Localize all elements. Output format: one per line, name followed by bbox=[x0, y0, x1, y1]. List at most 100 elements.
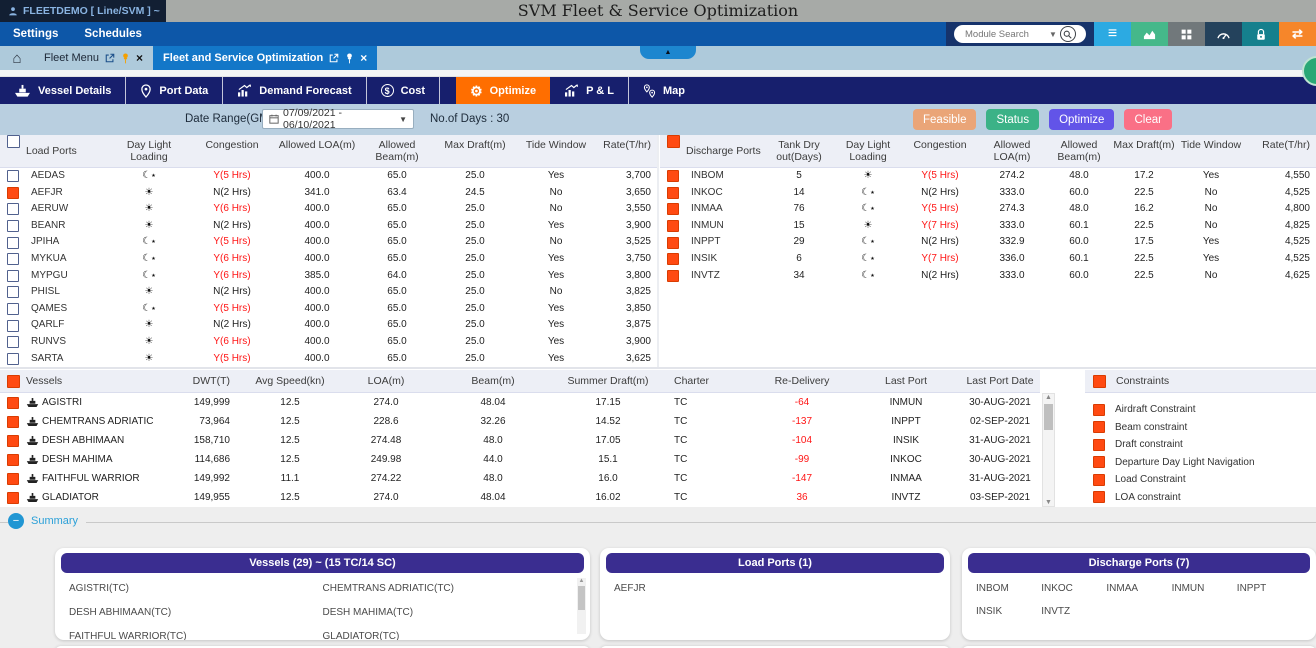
discharge-port-row[interactable]: INMUN 15 ☀☾★ Y(7 Hrs) 333.0 60.1 22.5 No… bbox=[660, 218, 1316, 235]
row-checkbox[interactable] bbox=[7, 435, 19, 447]
tab-cost[interactable]: $ Cost bbox=[367, 77, 440, 104]
clear-button[interactable]: Clear bbox=[1124, 109, 1171, 130]
constraint-checkbox[interactable] bbox=[1093, 421, 1105, 433]
area-chart-icon[interactable] bbox=[1131, 22, 1168, 46]
row-checkbox[interactable] bbox=[667, 220, 679, 232]
row-checkbox[interactable] bbox=[7, 336, 19, 348]
load-port-row[interactable]: JPIHA ☀☾★ Y(5 Hrs) 400.0 65.0 25.0 No 3,… bbox=[0, 234, 657, 251]
vessel-row[interactable]: DESH ABHIMAAN 158,710 12.5 274.48 48.0 1… bbox=[0, 431, 1040, 450]
load-port-row[interactable]: QAMES ☀☾★ Y(5 Hrs) 400.0 65.0 25.0 Yes 3… bbox=[0, 301, 657, 318]
constraint-item[interactable]: Departure Day Light Navigation bbox=[1093, 454, 1316, 472]
select-all-constraints-checkbox[interactable] bbox=[1093, 375, 1106, 388]
menu-settings[interactable]: Settings bbox=[0, 28, 71, 40]
discharge-port-row[interactable]: INVTZ 34 ☀☾★ N(2 Hrs) 333.0 60.0 22.5 No… bbox=[660, 268, 1316, 285]
constraint-item[interactable]: Draft constraint bbox=[1093, 436, 1316, 454]
load-port-row[interactable]: MYKUA ☀☾★ Y(6 Hrs) 400.0 65.0 25.0 Yes 3… bbox=[0, 251, 657, 268]
load-port-row[interactable]: BEANR ☀☾★ N(2 Hrs) 400.0 65.0 25.0 Yes 3… bbox=[0, 218, 657, 235]
lock-icon[interactable] bbox=[1242, 22, 1279, 46]
gauge-icon[interactable] bbox=[1205, 22, 1242, 46]
discharge-port-row[interactable]: INMAA 76 ☀☾★ Y(5 Hrs) 274.3 48.0 16.2 No… bbox=[660, 201, 1316, 218]
tab-fleet-and-service-optimization[interactable]: Fleet and Service Optimization × bbox=[153, 46, 377, 70]
row-checkbox[interactable] bbox=[667, 187, 679, 199]
tab-demand-forecast[interactable]: Demand Forecast bbox=[223, 77, 366, 104]
row-checkbox[interactable] bbox=[7, 237, 19, 249]
vessels-scrollbar[interactable]: ▲ ▼ bbox=[1042, 393, 1055, 507]
row-checkbox[interactable] bbox=[7, 454, 19, 466]
row-checkbox[interactable] bbox=[7, 492, 19, 504]
load-port-row[interactable]: QARLF ☀☾★ N(2 Hrs) 400.0 65.0 25.0 Yes 3… bbox=[0, 317, 657, 334]
apps-grid-icon[interactable] bbox=[1168, 22, 1205, 46]
constraint-checkbox[interactable] bbox=[1093, 456, 1105, 468]
module-search[interactable]: ▼ bbox=[954, 25, 1086, 43]
pin-icon[interactable] bbox=[121, 53, 130, 64]
pin-icon[interactable] bbox=[345, 53, 354, 64]
row-checkbox[interactable] bbox=[667, 203, 679, 215]
vessel-row[interactable]: FAITHFUL WARRIOR 149,992 11.1 274.22 48.… bbox=[0, 469, 1040, 488]
card-scrollbar[interactable]: ▲ bbox=[577, 578, 586, 634]
menu-schedules[interactable]: Schedules bbox=[71, 28, 155, 40]
row-checkbox[interactable] bbox=[7, 397, 19, 409]
constraint-item[interactable]: Beam constraint bbox=[1093, 419, 1316, 437]
status-button[interactable]: Status bbox=[986, 109, 1039, 130]
constraint-checkbox[interactable] bbox=[1093, 474, 1105, 486]
row-checkbox[interactable] bbox=[7, 303, 19, 315]
row-checkbox[interactable] bbox=[7, 187, 19, 199]
constraint-checkbox[interactable] bbox=[1093, 491, 1105, 503]
tab-vessel-details[interactable]: Vessel Details bbox=[0, 77, 126, 104]
load-port-row[interactable]: PHISL ☀☾★ N(2 Hrs) 400.0 65.0 25.0 No 3,… bbox=[0, 284, 657, 301]
external-link-icon[interactable] bbox=[329, 53, 339, 63]
scroll-down-icon[interactable]: ▼ bbox=[1045, 499, 1052, 506]
row-checkbox[interactable] bbox=[7, 270, 19, 282]
row-checkbox[interactable] bbox=[7, 286, 19, 298]
collapse-summary-icon[interactable]: − bbox=[8, 513, 24, 529]
discharge-port-row[interactable]: INKOC 14 ☀☾★ N(2 Hrs) 333.0 60.0 22.5 No… bbox=[660, 185, 1316, 202]
constraint-item[interactable]: Airdraft Constraint bbox=[1093, 401, 1316, 419]
home-icon[interactable]: ⌂ bbox=[0, 46, 34, 70]
constraint-item[interactable]: Load Constraint bbox=[1093, 471, 1316, 489]
row-checkbox[interactable] bbox=[7, 353, 19, 365]
close-icon[interactable]: × bbox=[360, 51, 367, 65]
discharge-port-row[interactable]: INBOM 5 ☀☾★ Y(5 Hrs) 274.2 48.0 17.2 Yes… bbox=[660, 168, 1316, 185]
row-checkbox[interactable] bbox=[7, 220, 19, 232]
external-link-icon[interactable] bbox=[105, 53, 115, 63]
row-checkbox[interactable] bbox=[667, 270, 679, 282]
hamburger-menu-icon[interactable]: ≡ bbox=[1094, 22, 1131, 46]
select-all-discharge-ports-checkbox[interactable] bbox=[667, 135, 680, 148]
scroll-thumb[interactable] bbox=[1044, 404, 1053, 430]
refresh-icon[interactable]: ⇄ bbox=[1279, 22, 1316, 46]
optimize-button[interactable]: Optimize bbox=[1049, 109, 1114, 130]
row-checkbox[interactable] bbox=[7, 170, 19, 182]
row-checkbox[interactable] bbox=[7, 253, 19, 265]
row-checkbox[interactable] bbox=[7, 473, 19, 485]
scroll-up-icon[interactable]: ▲ bbox=[1045, 394, 1052, 401]
row-checkbox[interactable] bbox=[667, 170, 679, 182]
load-port-row[interactable]: MYPGU ☀☾★ Y(6 Hrs) 385.0 64.0 25.0 Yes 3… bbox=[0, 268, 657, 285]
vessel-row[interactable]: DESH MAHIMA 114,686 12.5 249.98 44.0 15.… bbox=[0, 450, 1040, 469]
scroll-thumb[interactable] bbox=[578, 586, 585, 610]
close-icon[interactable]: × bbox=[136, 51, 143, 65]
row-checkbox[interactable] bbox=[667, 253, 679, 265]
load-port-row[interactable]: AEFJR ☀☾★ N(2 Hrs) 341.0 63.4 24.5 No 3,… bbox=[0, 185, 657, 202]
vessel-row[interactable]: AGISTRI 149,999 12.5 274.0 48.04 17.15 T… bbox=[0, 393, 1040, 412]
vessel-row[interactable]: CHEMTRANS ADRIATIC 73,964 12.5 228.6 32.… bbox=[0, 412, 1040, 431]
tab-map[interactable]: Map bbox=[629, 77, 699, 104]
row-checkbox[interactable] bbox=[7, 203, 19, 215]
load-port-row[interactable]: RUNVS ☀☾★ Y(6 Hrs) 400.0 65.0 25.0 Yes 3… bbox=[0, 334, 657, 351]
constraint-checkbox[interactable] bbox=[1093, 439, 1105, 451]
constraint-checkbox[interactable] bbox=[1093, 404, 1105, 416]
tab-pnl[interactable]: P & L bbox=[550, 77, 629, 104]
load-port-row[interactable]: AERUW ☀☾★ Y(6 Hrs) 400.0 65.0 25.0 No 3,… bbox=[0, 201, 657, 218]
tab-port-data[interactable]: Port Data bbox=[126, 77, 223, 104]
feasible-button[interactable]: Feasible bbox=[913, 109, 976, 130]
collapse-panel-handle[interactable]: ▲ bbox=[640, 46, 696, 59]
search-icon[interactable] bbox=[1060, 26, 1076, 42]
scroll-up-icon[interactable]: ▲ bbox=[579, 578, 585, 584]
constraint-item[interactable]: LOA constraint bbox=[1093, 489, 1316, 507]
select-all-load-ports-checkbox[interactable] bbox=[7, 135, 20, 148]
chevron-down-icon[interactable]: ▼ bbox=[1049, 30, 1057, 39]
tab-optimize[interactable]: ⚙ Optimize bbox=[456, 77, 550, 104]
user-menu[interactable]: FLEETDEMO [ Line/SVM ] ~ bbox=[0, 0, 166, 22]
vessel-row[interactable]: GLADIATOR 149,955 12.5 274.0 48.04 16.02… bbox=[0, 488, 1040, 507]
select-all-vessels-checkbox[interactable] bbox=[7, 375, 20, 388]
load-port-row[interactable]: AEDAS ☀☾★ Y(5 Hrs) 400.0 65.0 25.0 Yes 3… bbox=[0, 168, 657, 185]
